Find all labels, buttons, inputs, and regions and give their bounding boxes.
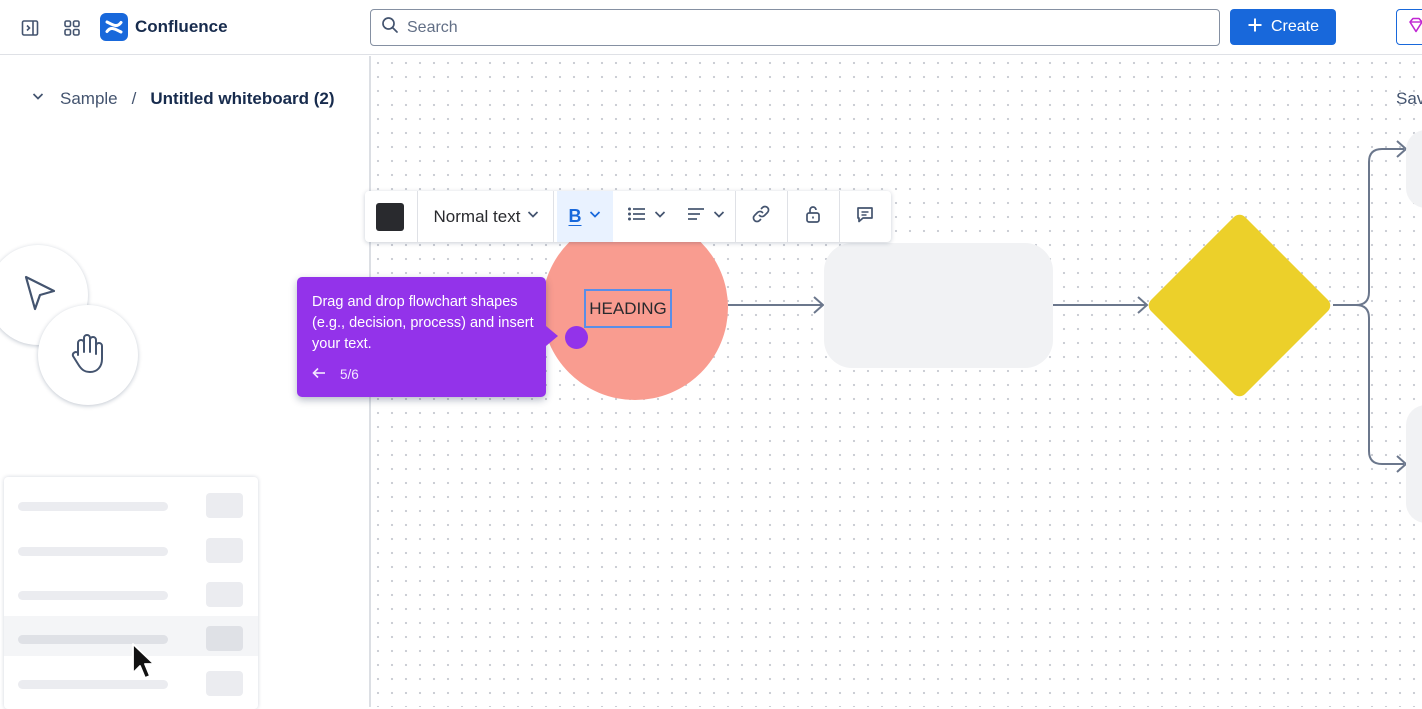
comment-icon: [855, 204, 875, 229]
process-shape-bottom-right[interactable]: [1406, 405, 1422, 523]
text-format-toolbar: Normal text B: [365, 191, 891, 242]
tooltip-pointer: [546, 326, 558, 346]
tooltip-body: Drag and drop flowchart shapes (e.g., de…: [312, 294, 534, 352]
heading-text-box[interactable]: HEADING: [584, 289, 672, 328]
process-shape-top-right[interactable]: [1406, 130, 1422, 208]
text-color-button[interactable]: [365, 191, 415, 242]
text-color-swatch: [376, 202, 404, 231]
tooltip-navigation: 5/6: [312, 367, 359, 382]
bold-button[interactable]: B: [557, 191, 613, 242]
mouse-cursor-icon: [131, 643, 157, 688]
chevron-down-icon: [712, 207, 726, 226]
chevron-down-icon: [588, 207, 602, 226]
lock-button[interactable]: [788, 191, 838, 242]
connector-decision-bottom: [1355, 304, 1404, 465]
heading-text: HEADING: [589, 298, 667, 318]
text-style-dropdown[interactable]: Normal text: [423, 191, 551, 242]
link-button[interactable]: [736, 191, 786, 242]
bold-label: B: [568, 206, 582, 226]
bullet-list-icon: [627, 205, 647, 228]
align-icon: [686, 205, 706, 228]
align-button[interactable]: [679, 191, 733, 242]
unlock-icon: [803, 204, 823, 229]
text-style-label: Normal text: [433, 206, 521, 226]
chevron-down-icon: [653, 207, 667, 226]
tooltip-beacon[interactable]: [565, 326, 588, 349]
tooltip-step-counter: 5/6: [340, 367, 359, 382]
chevron-down-icon: [526, 207, 540, 226]
link-icon: [751, 204, 771, 229]
onboarding-tooltip: Drag and drop flowchart shapes (e.g., de…: [297, 277, 546, 397]
bullet-list-button[interactable]: [621, 191, 673, 242]
connector-decision-top: [1333, 148, 1404, 306]
comment-button[interactable]: [840, 191, 890, 242]
process-shape[interactable]: [824, 243, 1053, 368]
arrow-left-icon[interactable]: [312, 367, 326, 382]
